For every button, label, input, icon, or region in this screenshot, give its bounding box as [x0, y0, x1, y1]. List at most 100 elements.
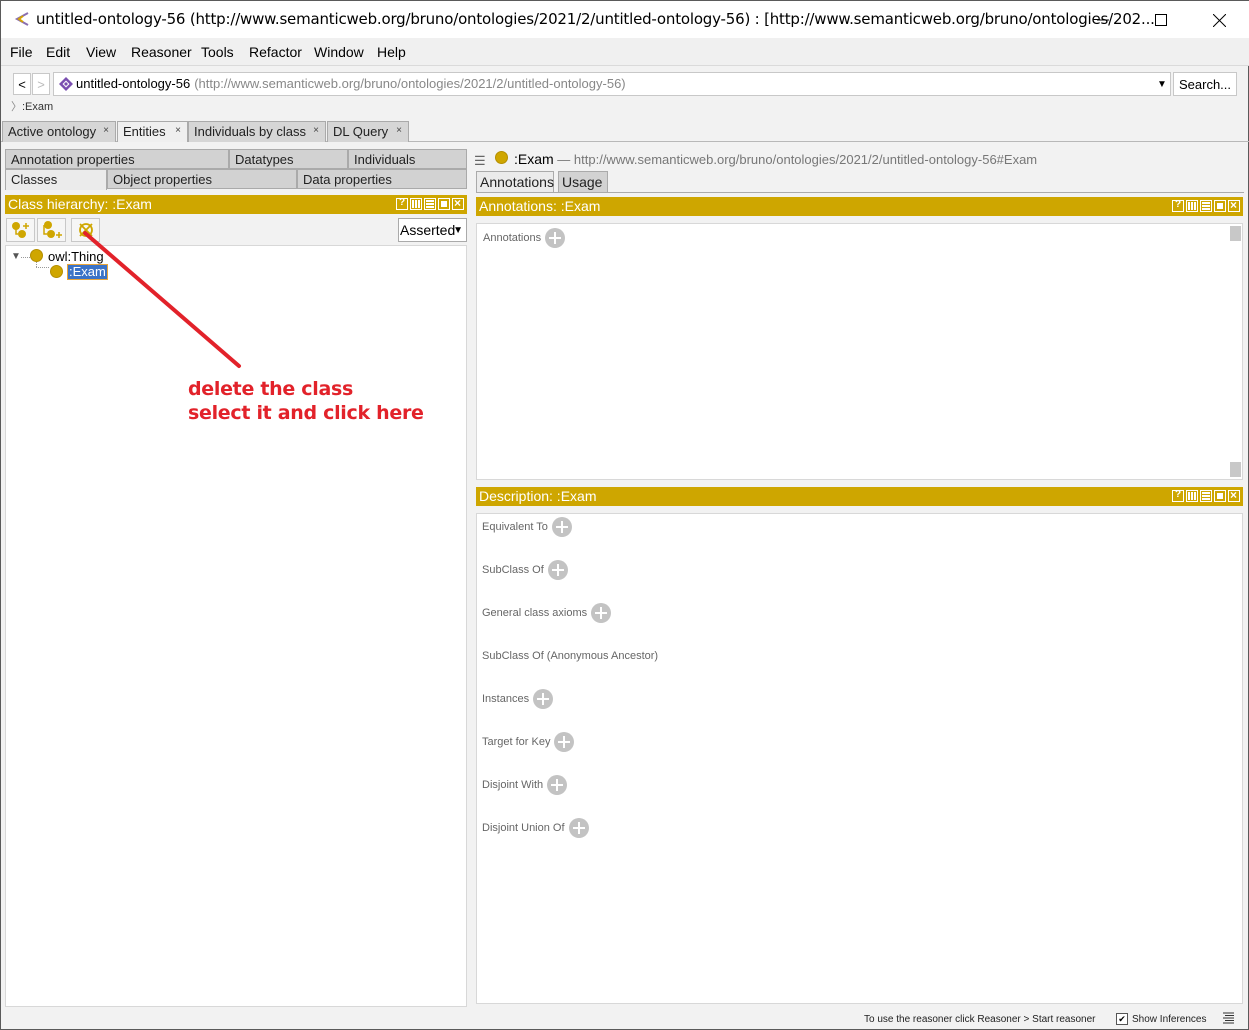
section-label: Disjoint With: [482, 779, 544, 791]
tab-annotations[interactable]: Annotations: [476, 171, 554, 192]
maximize-button[interactable]: [1132, 1, 1190, 39]
entity-header: ☰ :Exam — http://www.semanticweb.org/bru…: [474, 150, 1244, 170]
split-horizontal-icon[interactable]: [1200, 490, 1212, 502]
description-list: Equivalent To SubClass Of General class …: [476, 513, 1243, 1004]
close-window-button[interactable]: [1190, 1, 1248, 39]
ontology-icon: [59, 77, 73, 91]
forward-button[interactable]: >: [32, 73, 50, 95]
menu-tools[interactable]: Tools: [201, 44, 234, 60]
tab-datatypes[interactable]: Datatypes: [229, 149, 348, 169]
close-view-icon[interactable]: [1228, 198, 1240, 212]
tab-label: DL Query: [333, 124, 389, 139]
view-title: Annotations: :Exam: [479, 198, 601, 214]
section-target-for-key: Target for Key: [482, 732, 575, 752]
tab-individuals[interactable]: Individuals: [348, 149, 467, 169]
add-disjoint-union-icon[interactable]: [568, 818, 589, 838]
section-label: SubClass Of (Anonymous Ancestor): [482, 650, 659, 662]
minimize-button[interactable]: [1074, 1, 1132, 39]
menu-file[interactable]: File: [10, 44, 33, 60]
add-instance-icon[interactable]: [533, 689, 554, 709]
tab-object-properties[interactable]: Object properties: [107, 169, 297, 189]
split-horizontal-icon[interactable]: [424, 198, 436, 210]
window-title: untitled-ontology-56 (http://www.semanti…: [36, 10, 1155, 28]
breadcrumb[interactable]: 〉:Exam: [11, 98, 53, 114]
minimize-icon: [1097, 19, 1109, 21]
maximize-view-icon[interactable]: [1214, 490, 1226, 502]
add-key-icon[interactable]: [554, 732, 575, 752]
log-icon[interactable]: [1223, 1012, 1234, 1024]
annotations-list: Annotations: [476, 223, 1243, 480]
tab-dl-query[interactable]: DL Query ×: [327, 121, 409, 142]
menu-refactor[interactable]: Refactor: [249, 44, 302, 60]
show-inferences-checkbox[interactable]: ✔: [1116, 1013, 1128, 1025]
chevron-down-icon[interactable]: ▼: [1157, 79, 1167, 90]
ontology-selector[interactable]: untitled-ontology-56 (http://www.semantic…: [53, 72, 1171, 96]
delete-class-icon: [79, 223, 93, 237]
split-vertical-icon[interactable]: [1186, 490, 1198, 502]
class-tree[interactable]: ▼ owl:Thing :Exam: [5, 245, 467, 1007]
protege-app-icon: [14, 12, 29, 26]
add-sibling-class-button[interactable]: [37, 218, 66, 242]
close-tab-icon[interactable]: ×: [313, 125, 319, 136]
class-icon: [495, 151, 508, 164]
menu-view[interactable]: View: [86, 44, 116, 60]
split-vertical-icon[interactable]: [410, 198, 422, 210]
add-disjoint-icon[interactable]: [547, 775, 568, 795]
menu-reasoner[interactable]: Reasoner: [131, 44, 192, 60]
menu-icon[interactable]: ☰: [474, 153, 486, 169]
tree-node-exam[interactable]: :Exam: [67, 264, 108, 280]
tree-node-owl-thing[interactable]: owl:Thing: [48, 249, 104, 264]
view-title: Description: :Exam: [479, 488, 597, 504]
tab-usage[interactable]: Usage: [558, 171, 608, 192]
breadcrumb-separator-icon: 〉: [11, 101, 22, 113]
tab-individuals-by-class[interactable]: Individuals by class ×: [188, 121, 326, 142]
section-label: Annotations: [483, 232, 542, 244]
entity-iri: — http://www.semanticweb.org/bruno/ontol…: [553, 152, 1038, 167]
close-tab-icon[interactable]: ×: [175, 125, 181, 136]
breadcrumb-item[interactable]: :Exam: [22, 101, 53, 113]
menu-help[interactable]: Help: [377, 44, 406, 60]
class-icon: [50, 265, 63, 278]
tab-entities[interactable]: Entities ×: [117, 121, 188, 142]
delete-class-button[interactable]: [71, 218, 100, 242]
maximize-view-icon[interactable]: [438, 198, 450, 210]
menu-edit[interactable]: Edit: [46, 44, 70, 60]
search-button[interactable]: Search...: [1173, 72, 1237, 96]
show-inferences-label[interactable]: Show Inferences: [1132, 1014, 1207, 1025]
close-tab-icon[interactable]: ×: [103, 125, 109, 136]
scrollbar-up[interactable]: [1230, 226, 1241, 241]
help-icon[interactable]: [1172, 199, 1184, 212]
close-icon: [1212, 13, 1226, 27]
split-vertical-icon[interactable]: [1186, 200, 1198, 212]
ontology-iri: (http://www.semanticweb.org/bruno/ontolo…: [194, 76, 626, 91]
tab-data-properties[interactable]: Data properties: [297, 169, 467, 189]
section-equivalent-to: Equivalent To: [482, 517, 572, 537]
close-view-icon[interactable]: [1228, 488, 1240, 502]
tab-annotation-properties[interactable]: Annotation properties: [5, 149, 229, 169]
add-subclass-button[interactable]: [6, 218, 35, 242]
add-superclass-icon[interactable]: [547, 560, 568, 580]
menu-window[interactable]: Window: [314, 44, 364, 60]
add-equivalent-icon[interactable]: [551, 517, 572, 537]
section-label: General class axioms: [482, 607, 588, 619]
add-annotation-icon[interactable]: [545, 228, 566, 248]
back-button[interactable]: <: [13, 73, 31, 95]
tab-classes[interactable]: Classes: [5, 169, 107, 190]
tab-divider: [476, 192, 1244, 193]
tab-label: Entities: [123, 124, 166, 139]
hierarchy-mode-select[interactable]: Asserted ▼: [398, 218, 467, 242]
scrollbar-down[interactable]: [1230, 462, 1241, 477]
add-general-axiom-icon[interactable]: [591, 603, 612, 623]
maximize-view-icon[interactable]: [1214, 200, 1226, 212]
split-horizontal-icon[interactable]: [1200, 200, 1212, 212]
selected-mode: Asserted: [400, 222, 456, 238]
add-sibling-class-icon: [43, 221, 62, 238]
help-icon[interactable]: [396, 197, 408, 210]
view-controls: [1172, 198, 1240, 212]
help-icon[interactable]: [1172, 489, 1184, 502]
tab-active-ontology[interactable]: Active ontology ×: [2, 121, 116, 142]
close-view-icon[interactable]: [452, 196, 464, 210]
close-tab-icon[interactable]: ×: [396, 125, 402, 136]
section-label: Disjoint Union Of: [482, 822, 565, 834]
tab-label: Active ontology: [8, 124, 97, 139]
